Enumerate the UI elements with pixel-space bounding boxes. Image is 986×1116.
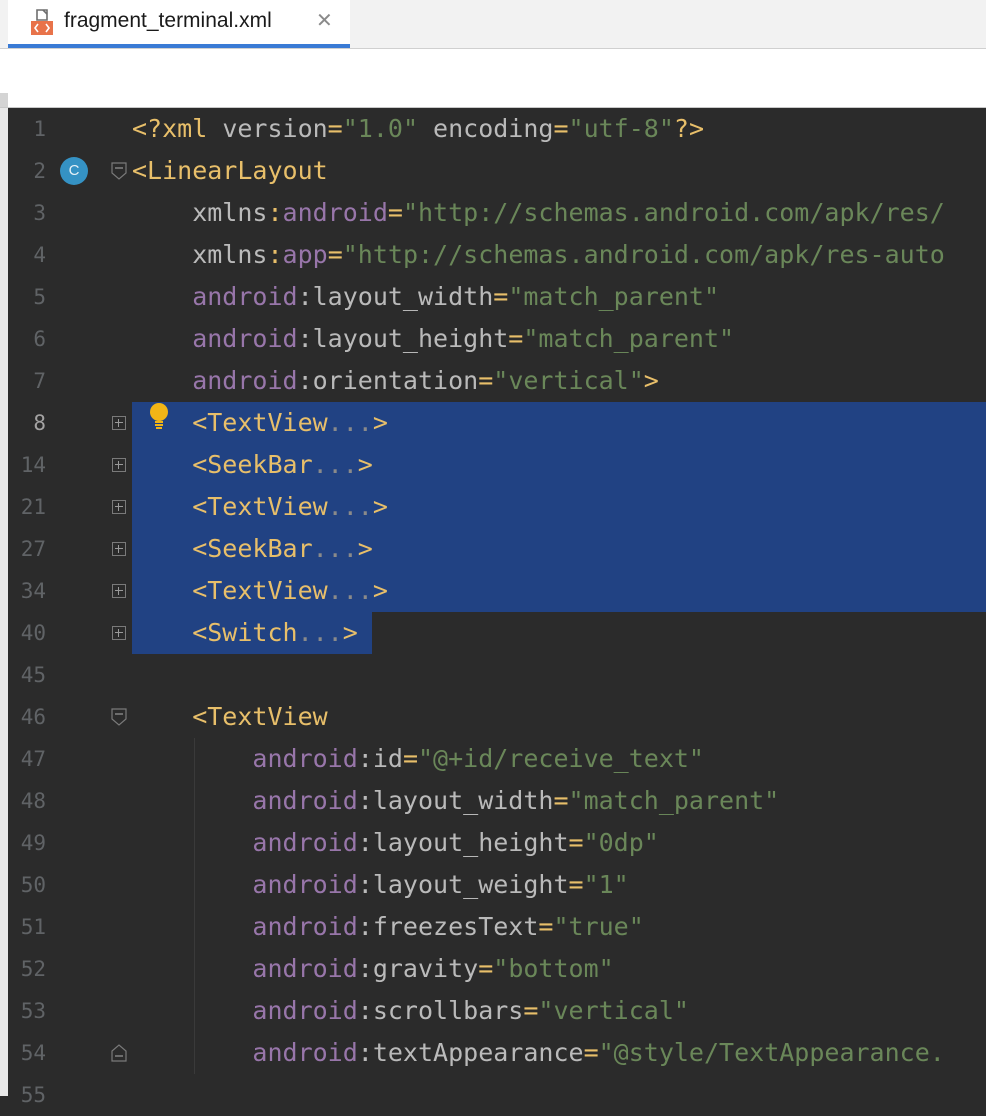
line-number: 48	[20, 789, 46, 813]
tab-title: fragment_terminal.xml	[64, 9, 272, 32]
line-number: 49	[20, 831, 46, 855]
line-number: 45	[20, 663, 46, 687]
code-text: android:scrollbars="vertical"	[132, 996, 689, 1025]
code-line[interactable]: 49 android:layout_height="0dp"	[8, 822, 986, 864]
line-number: 55	[20, 1083, 46, 1107]
code-text: android:id="@+id/receive_text"	[132, 744, 704, 773]
code-line[interactable]: 2 C <LinearLayout	[8, 150, 986, 192]
editor-toolbar	[0, 49, 986, 108]
code-text: android:layout_width="match_parent"	[132, 786, 780, 815]
code-line[interactable]: 8 <TextView...>	[8, 402, 986, 444]
line-number: 7	[33, 369, 46, 393]
fold-expand-icon[interactable]	[112, 416, 126, 430]
code-text: android:layout_height="match_parent"	[132, 324, 735, 353]
code-text: <TextView...>	[132, 576, 388, 605]
code-line[interactable]: 47 android:id="@+id/receive_text"	[8, 738, 986, 780]
fold-expand-icon[interactable]	[112, 626, 126, 640]
code-line[interactable]: 3 xmlns:android="http://schemas.android.…	[8, 192, 986, 234]
code-text: android:orientation="vertical">	[132, 366, 659, 395]
line-number: 2	[33, 159, 46, 183]
code-line[interactable]: 48 android:layout_width="match_parent"	[8, 780, 986, 822]
line-number: 4	[33, 243, 46, 267]
active-tab-indicator	[8, 44, 350, 48]
line-number: 8	[33, 411, 46, 435]
code-text: android:layout_width="match_parent"	[132, 282, 720, 311]
code-line[interactable]: 53 android:scrollbars="vertical"	[8, 990, 986, 1032]
line-number: 5	[33, 285, 46, 309]
code-line[interactable]: 14 <SeekBar...>	[8, 444, 986, 486]
code-line[interactable]: 40 <Switch...>	[8, 612, 986, 654]
line-number: 40	[20, 621, 46, 645]
line-number: 47	[20, 747, 46, 771]
code-editor[interactable]: 1 <?xml version="1.0" encoding="utf-8"?> 2…	[8, 108, 986, 1107]
code-line[interactable]: 46 <TextView	[8, 696, 986, 738]
code-text: <?xml version="1.0" encoding="utf-8"?>	[132, 114, 704, 143]
code-text: <Switch...>	[132, 618, 358, 647]
code-text: xmlns:android="http://schemas.android.co…	[132, 198, 945, 227]
fold-expand-icon[interactable]	[112, 458, 126, 472]
toolbar-edge	[0, 93, 8, 107]
xml-file-icon	[31, 9, 53, 35]
code-text: <TextView...>	[132, 492, 388, 521]
line-number: 21	[20, 495, 46, 519]
code-text: <SeekBar...>	[132, 450, 373, 479]
window-edge	[0, 108, 8, 1096]
fold-collapse-icon[interactable]	[111, 162, 127, 180]
fold-collapse-icon[interactable]	[111, 708, 127, 726]
fold-end-icon[interactable]	[111, 1044, 127, 1062]
line-number: 1	[33, 117, 46, 141]
line-number: 53	[20, 999, 46, 1023]
line-number: 27	[20, 537, 46, 561]
code-line[interactable]: 45	[8, 654, 986, 696]
code-text: android:gravity="bottom"	[132, 954, 614, 983]
fold-expand-icon[interactable]	[112, 542, 126, 556]
code-text: xmlns:app="http://schemas.android.com/ap…	[132, 240, 945, 269]
fold-expand-icon[interactable]	[112, 500, 126, 514]
code-line[interactable]: 6 android:layout_height="match_parent"	[8, 318, 986, 360]
code-line[interactable]: 7 android:orientation="vertical">	[8, 360, 986, 402]
line-number: 54	[20, 1041, 46, 1065]
code-text: android:layout_height="0dp"	[132, 828, 659, 857]
close-icon[interactable]: ✕	[316, 8, 333, 32]
line-number: 6	[33, 327, 46, 351]
line-number: 14	[20, 453, 46, 477]
code-line[interactable]: 1 <?xml version="1.0" encoding="utf-8"?>	[8, 108, 986, 150]
line-number: 50	[20, 873, 46, 897]
code-line[interactable]: 51 android:freezesText="true"	[8, 906, 986, 948]
editor-tab-bar: fragment_terminal.xml ✕	[0, 0, 986, 49]
line-number: 52	[20, 957, 46, 981]
code-text: <TextView...>	[132, 408, 388, 437]
line-number: 3	[33, 201, 46, 225]
code-line[interactable]: 5 android:layout_width="match_parent"	[8, 276, 986, 318]
class-marker-icon[interactable]: C	[60, 157, 88, 185]
code-line[interactable]: 52 android:gravity="bottom"	[8, 948, 986, 990]
code-line[interactable]: 55	[8, 1074, 986, 1116]
code-line[interactable]: 50 android:layout_weight="1"	[8, 864, 986, 906]
code-line[interactable]: 21 <TextView...>	[8, 486, 986, 528]
line-number: 51	[20, 915, 46, 939]
line-number: 46	[20, 705, 46, 729]
code-text: <SeekBar...>	[132, 534, 373, 563]
code-text: <TextView	[132, 702, 328, 731]
code-text: android:layout_weight="1"	[132, 870, 629, 899]
code-line[interactable]: 54 android:textAppearance="@style/TextAp…	[8, 1032, 986, 1074]
code-text: android:freezesText="true"	[132, 912, 644, 941]
code-text: android:textAppearance="@style/TextAppea…	[132, 1038, 945, 1067]
code-line[interactable]: 34 <TextView...>	[8, 570, 986, 612]
code-line[interactable]: 27 <SeekBar...>	[8, 528, 986, 570]
code-text: <LinearLayout	[132, 156, 328, 185]
code-line[interactable]: 4 xmlns:app="http://schemas.android.com/…	[8, 234, 986, 276]
line-number: 34	[20, 579, 46, 603]
tab-fragment-terminal[interactable]: fragment_terminal.xml ✕	[8, 0, 350, 48]
indent-guide	[194, 738, 195, 1074]
fold-expand-icon[interactable]	[112, 584, 126, 598]
